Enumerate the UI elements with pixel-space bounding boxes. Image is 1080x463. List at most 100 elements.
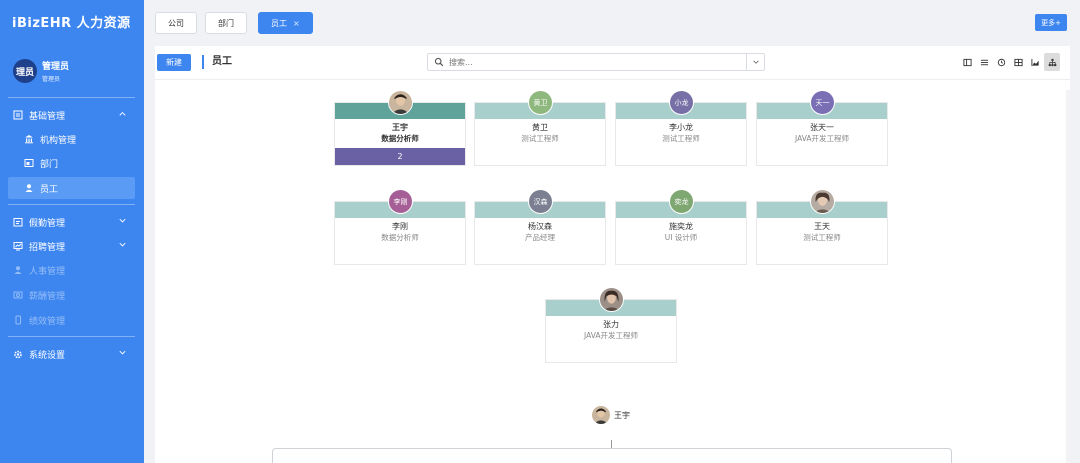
chevron-down-icon[interactable] — [746, 54, 764, 70]
bank-icon — [24, 134, 34, 144]
content-toolbar: 新建 员工 — [155, 46, 1070, 80]
employee-card[interactable]: 汉森 杨汉森 产品经理 — [474, 189, 606, 265]
org-tree-children — [272, 448, 952, 463]
subordinate-count[interactable]: 2 — [335, 148, 465, 165]
user-role: 管理员 — [42, 76, 61, 83]
tab-department[interactable]: 部门 — [205, 12, 247, 34]
calendar-icon — [13, 217, 23, 227]
sidebar-item-salary[interactable]: 薪酬管理 — [8, 284, 135, 306]
tab-company[interactable]: 公司 — [155, 12, 197, 34]
tab-label: 部门 — [218, 18, 234, 28]
tab-label: 公司 — [168, 18, 184, 28]
user-avatar[interactable]: 理员 — [13, 59, 37, 83]
chevron-down-icon — [118, 348, 127, 360]
sidebar-item-label: 薪酬管理 — [29, 291, 66, 302]
search-input[interactable] — [449, 57, 746, 67]
avatar: 奕龙 — [669, 189, 694, 214]
avatar — [592, 406, 610, 424]
employee-card[interactable]: 张力 JAVA开发工程师 — [545, 287, 677, 363]
employee-card[interactable]: 王宇 数据分析师 2 — [334, 90, 466, 166]
menu-group-basic[interactable]: 基础管理 — [8, 104, 135, 126]
chart-view-icon[interactable] — [1027, 53, 1043, 71]
sidebar-divider — [8, 204, 135, 205]
menu-group-recruit[interactable]: 招聘管理 — [8, 235, 135, 257]
tab-employee[interactable]: 员工 × — [258, 12, 313, 34]
new-button[interactable]: 新建 — [157, 54, 191, 71]
employee-role: 测试工程师 — [521, 134, 559, 143]
money-icon — [13, 290, 23, 300]
tab-label: 员工 — [271, 18, 287, 28]
close-icon[interactable]: × — [293, 19, 300, 28]
search-box[interactable] — [427, 53, 765, 71]
more-button[interactable]: 更多+ — [1035, 14, 1067, 31]
employee-card[interactable]: 黄卫 黄卫 测试工程师 — [474, 90, 606, 166]
tree-connector — [611, 440, 612, 448]
employee-name: 张力 — [603, 320, 619, 329]
sidebar: iBizEHR 人力资源 理员 管理员 管理员 基础管理 机构管理 部门 员工 … — [0, 0, 144, 463]
person-icon — [24, 183, 34, 193]
employee-card[interactable]: 奕龙 施奕龙 UI 设计师 — [615, 189, 747, 265]
employee-card[interactable]: 天一 张天一 JAVA开发工程师 — [756, 90, 888, 166]
menu-group-label: 系统设置 — [29, 350, 66, 361]
menu-group-label: 招聘管理 — [29, 242, 66, 253]
sidebar-item-label: 人事管理 — [29, 266, 66, 277]
employee-name: 王天 — [814, 222, 830, 231]
sidebar-item-label: 绩效管理 — [29, 316, 66, 327]
tab-bar: 公司 部门 员工 × 更多+ — [144, 0, 1080, 44]
search-icon — [434, 57, 444, 67]
sidebar-divider — [8, 97, 135, 98]
avatar — [810, 189, 835, 214]
menu-group-attendance[interactable]: 假勤管理 — [8, 211, 135, 233]
avatar: 李刚 — [388, 189, 413, 214]
employee-name: 李小龙 — [669, 123, 693, 132]
employee-card[interactable]: 王天 测试工程师 — [756, 189, 888, 265]
org-view-icon[interactable] — [1044, 53, 1060, 71]
sidebar-item-employee[interactable]: 员工 — [8, 177, 135, 199]
employee-card[interactable]: 李刚 李刚 数据分析师 — [334, 189, 466, 265]
employee-role: 数据分析师 — [381, 233, 419, 242]
sidebar-item-performance[interactable]: 绩效管理 — [8, 309, 135, 331]
scrollbar[interactable] — [1066, 90, 1070, 463]
employee-role: 数据分析师 — [381, 134, 419, 143]
clock-view-icon[interactable] — [993, 53, 1009, 71]
menu-group-label: 基础管理 — [29, 111, 66, 122]
org-tree-root-name: 王宇 — [614, 410, 630, 420]
employee-name: 施奕龙 — [669, 222, 693, 231]
sidebar-item-org[interactable]: 机构管理 — [8, 128, 135, 150]
avatar: 黄卫 — [528, 90, 553, 115]
person-icon — [13, 265, 23, 275]
employee-role: UI 设计师 — [664, 233, 698, 242]
view-switcher — [958, 53, 1060, 71]
menu-group-settings[interactable]: 系统设置 — [8, 343, 135, 365]
page-title: 员工 — [202, 55, 232, 69]
chevron-down-icon — [118, 216, 127, 228]
menu-group-label: 假勤管理 — [29, 218, 66, 229]
sidebar-item-label: 员工 — [40, 184, 59, 195]
main-content: 新建 员工 王宇 数据分析师 2 黄卫 — [155, 46, 1070, 463]
employee-card[interactable]: 小龙 李小龙 测试工程师 — [615, 90, 747, 166]
grid-view-icon[interactable] — [1010, 53, 1026, 71]
app-brand: iBizEHR 人力资源 — [12, 16, 131, 31]
phone-icon — [13, 315, 23, 325]
avatar — [599, 287, 624, 312]
employee-name: 黄卫 — [532, 123, 548, 132]
panel-view-icon[interactable] — [959, 53, 975, 71]
employee-name: 李刚 — [392, 222, 408, 231]
org-tree-root[interactable]: 王宇 — [592, 406, 630, 424]
sidebar-item-label: 机构管理 — [40, 135, 77, 146]
chevron-down-icon — [118, 240, 127, 252]
avatar: 天一 — [810, 90, 835, 115]
avatar — [388, 90, 413, 115]
sidebar-item-personnel[interactable]: 人事管理 — [8, 259, 135, 281]
employee-role: 测试工程师 — [662, 134, 700, 143]
image-icon — [24, 158, 34, 168]
list-view-icon[interactable] — [976, 53, 992, 71]
sidebar-item-label: 部门 — [40, 159, 59, 170]
employee-role: JAVA开发工程师 — [583, 331, 638, 340]
avatar: 小龙 — [669, 90, 694, 115]
sidebar-divider — [8, 336, 135, 337]
employee-name: 张天一 — [810, 123, 834, 132]
sidebar-item-dept[interactable]: 部门 — [8, 152, 135, 174]
employee-name: 杨汉森 — [528, 222, 552, 231]
employee-role: 产品经理 — [525, 233, 555, 242]
